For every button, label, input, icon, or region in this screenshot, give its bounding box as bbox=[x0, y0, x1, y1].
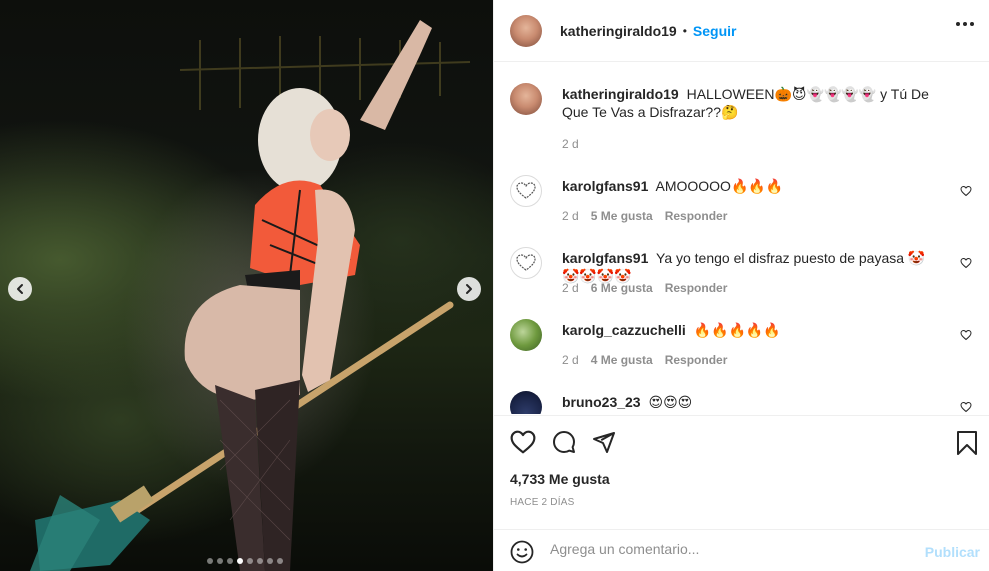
publish-button[interactable]: Publicar bbox=[925, 544, 980, 560]
reply-button[interactable]: Responder bbox=[665, 281, 728, 295]
carousel-dot bbox=[207, 558, 213, 564]
next-slide-button[interactable] bbox=[457, 277, 481, 301]
commenter-avatar[interactable] bbox=[510, 175, 542, 207]
comment-text-block: karolgfans91 Ya yo tengo el disfraz pues… bbox=[562, 249, 942, 285]
caption: katheringiraldo19 HALLOWEEN🎃😈👻👻👻👻 y Tú D… bbox=[510, 83, 980, 153]
carousel-dot bbox=[257, 558, 263, 564]
comment-text-block: bruno23_23 😍😍😍 bbox=[562, 393, 942, 411]
likes-count[interactable]: 4,733 Me gusta bbox=[510, 471, 610, 487]
comment-likes[interactable]: 6 Me gusta bbox=[591, 281, 653, 295]
comment-text: 😍😍😍 bbox=[648, 394, 693, 410]
caption-username[interactable]: katheringiraldo19 bbox=[562, 86, 679, 102]
comments-list[interactable]: katheringiraldo19 HALLOWEEN🎃😈👻👻👻👻 y Tú D… bbox=[494, 63, 989, 414]
comment-text: 🔥🔥🔥🔥🔥 bbox=[693, 322, 781, 338]
comment-text-block: karolgfans91 AMOOOOO🔥🔥🔥 bbox=[562, 177, 942, 195]
comment-username[interactable]: karolgfans91 bbox=[562, 178, 648, 194]
commenter-avatar[interactable] bbox=[510, 319, 542, 351]
caption-avatar[interactable] bbox=[510, 83, 542, 115]
comment-likes[interactable]: 4 Me gusta bbox=[591, 353, 653, 367]
chevron-right-icon bbox=[466, 284, 472, 294]
add-comment-bar: Publicar bbox=[494, 529, 989, 571]
comment-time[interactable]: 2 d bbox=[562, 353, 579, 367]
post-sidebar: katheringiraldo19 • Seguir katheringiral… bbox=[493, 0, 989, 571]
carousel-indicator bbox=[207, 558, 283, 564]
carousel-dot bbox=[277, 558, 283, 564]
like-heart-icon[interactable] bbox=[510, 430, 536, 454]
previous-slide-button[interactable] bbox=[8, 277, 32, 301]
separator-bullet: • bbox=[682, 23, 687, 38]
post-header: katheringiraldo19 • Seguir bbox=[494, 0, 989, 62]
emoji-icon[interactable] bbox=[510, 540, 534, 564]
comment-time[interactable]: 2 d bbox=[562, 281, 579, 295]
more-options-icon[interactable] bbox=[956, 22, 974, 26]
comment-input[interactable] bbox=[550, 541, 910, 557]
caption-text-block: katheringiraldo19 HALLOWEEN🎃😈👻👻👻👻 y Tú D… bbox=[562, 85, 942, 121]
comment-text: AMOOOOO🔥🔥🔥 bbox=[655, 178, 784, 194]
comment-meta: 2 d 6 Me gusta Responder bbox=[562, 281, 727, 295]
like-comment-heart-icon[interactable] bbox=[960, 401, 972, 413]
post-media[interactable] bbox=[0, 0, 493, 571]
follow-button[interactable]: Seguir bbox=[693, 23, 737, 39]
like-comment-heart-icon[interactable] bbox=[960, 185, 972, 197]
share-paper-plane-icon[interactable] bbox=[591, 430, 617, 454]
comment-meta: 2 d 4 Me gusta Responder bbox=[562, 353, 727, 367]
comment-item: karolgfans91 Ya yo tengo el disfraz pues… bbox=[510, 247, 980, 307]
like-comment-heart-icon[interactable] bbox=[960, 257, 972, 269]
save-bookmark-icon[interactable] bbox=[956, 430, 978, 456]
comment-username[interactable]: bruno23_23 bbox=[562, 394, 641, 410]
commenter-avatar[interactable] bbox=[510, 391, 542, 414]
carousel-dot bbox=[267, 558, 273, 564]
like-comment-heart-icon[interactable] bbox=[960, 329, 972, 341]
reply-button[interactable]: Responder bbox=[665, 209, 728, 223]
caption-time[interactable]: 2 d bbox=[562, 137, 579, 151]
carousel-dot bbox=[237, 558, 243, 564]
post-photo bbox=[30, 20, 471, 571]
chevron-left-icon bbox=[17, 284, 23, 294]
comment-time[interactable]: 2 d bbox=[562, 209, 579, 223]
comment-username[interactable]: karolgfans91 bbox=[562, 250, 648, 266]
comment-likes[interactable]: 5 Me gusta bbox=[591, 209, 653, 223]
author-avatar[interactable] bbox=[510, 14, 542, 47]
post-actions bbox=[494, 415, 989, 463]
reply-button[interactable]: Responder bbox=[665, 353, 728, 367]
author-username[interactable]: katheringiraldo19 bbox=[560, 23, 677, 39]
comment-username[interactable]: karolg_cazzuchelli bbox=[562, 322, 686, 338]
comment-item: karolg_cazzuchelli 🔥🔥🔥🔥🔥 2 d 4 Me gusta … bbox=[510, 319, 980, 379]
carousel-dot bbox=[227, 558, 233, 564]
heart-sketch-icon bbox=[516, 182, 536, 199]
comment-item: karolgfans91 AMOOOOO🔥🔥🔥 2 d 5 Me gusta R… bbox=[510, 175, 980, 235]
carousel-dot bbox=[217, 558, 223, 564]
comment-bubble-icon[interactable] bbox=[551, 430, 577, 454]
heart-sketch-icon bbox=[516, 254, 536, 271]
comment-item: bruno23_23 😍😍😍 bbox=[510, 391, 980, 414]
comment-meta: 2 d 5 Me gusta Responder bbox=[562, 209, 727, 223]
post-timestamp[interactable]: HACE 2 DÍAS bbox=[510, 497, 574, 508]
commenter-avatar[interactable] bbox=[510, 247, 542, 279]
caption-meta: 2 d bbox=[562, 137, 579, 151]
comment-text-block: karolg_cazzuchelli 🔥🔥🔥🔥🔥 bbox=[562, 321, 942, 339]
carousel-dot bbox=[247, 558, 253, 564]
